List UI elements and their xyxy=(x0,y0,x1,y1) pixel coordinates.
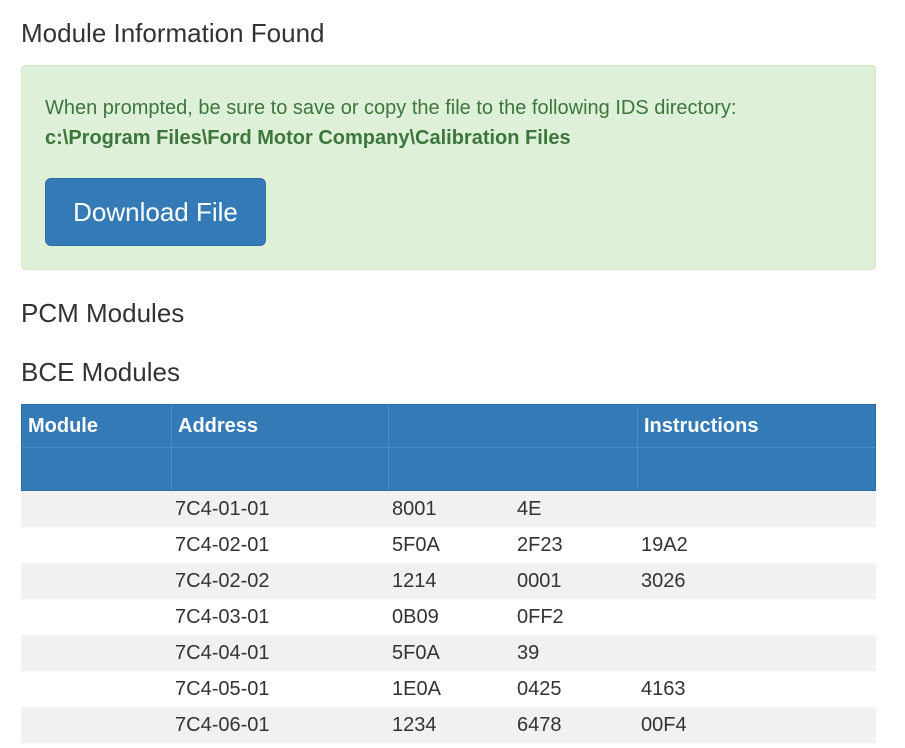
cell-value-2: 2F23 xyxy=(517,534,563,556)
table-row: 7C4-06-01 1234 6478 00F4 xyxy=(21,707,876,743)
cell-address: 7C4-02-02 xyxy=(175,570,270,592)
cell-instructions: 19A2 xyxy=(641,534,688,556)
header-instructions: Instructions xyxy=(644,415,759,437)
alert-message-block: When prompted, be sure to save or copy t… xyxy=(45,93,736,153)
cell-address: 7C4-03-01 xyxy=(175,606,270,628)
cell-value-2: 39 xyxy=(517,642,540,664)
cell-value-1: 8001 xyxy=(392,498,437,520)
cell-value-2: 4E xyxy=(517,498,542,520)
module-info-heading: Module Information Found xyxy=(21,18,325,48)
cell-value-2: 0425 xyxy=(517,678,562,700)
bce-modules-table: Module Address Instructions 7C4-01-01 800… xyxy=(21,404,876,743)
cell-value-1: 5F0A xyxy=(392,534,440,556)
success-alert: When prompted, be sure to save or copy t… xyxy=(21,65,876,270)
table-row: 7C4-05-01 1E0A 0425 4163 xyxy=(21,671,876,707)
header-divider xyxy=(171,405,172,490)
cell-address: 7C4-02-01 xyxy=(175,534,270,556)
cell-value-1: 1234 xyxy=(392,714,437,736)
cell-address: 7C4-06-01 xyxy=(175,714,270,736)
header-divider xyxy=(637,405,638,490)
cell-instructions: 3026 xyxy=(641,570,686,592)
header-row: Module Address Instructions xyxy=(22,405,875,448)
table-row: 7C4-02-01 5F0A 2F23 19A2 xyxy=(21,527,876,563)
cell-value-2: 0001 xyxy=(517,570,562,592)
header-divider xyxy=(388,405,389,490)
cell-value-1: 0B09 xyxy=(392,606,439,628)
cell-address: 7C4-01-01 xyxy=(175,498,270,520)
cell-value-1: 5F0A xyxy=(392,642,440,664)
table-row: 7C4-01-01 8001 4E xyxy=(21,491,876,527)
cell-address: 7C4-04-01 xyxy=(175,642,270,664)
cell-instructions: 00F4 xyxy=(641,714,687,736)
cell-value-1: 1214 xyxy=(392,570,437,592)
alert-message: When prompted, be sure to save or copy t… xyxy=(45,97,737,119)
bce-modules-heading: BCE Modules xyxy=(21,357,180,387)
header-blank xyxy=(389,405,637,447)
header-module: Module xyxy=(28,415,98,437)
table-header: Module Address Instructions xyxy=(21,404,876,491)
table-row: 7C4-03-01 0B09 0FF2 xyxy=(21,599,876,635)
table-row: 7C4-04-01 5F0A 39 xyxy=(21,635,876,671)
pcm-modules-heading: PCM Modules xyxy=(21,298,185,328)
header-address: Address xyxy=(178,415,259,437)
download-file-button[interactable]: Download File xyxy=(45,178,266,246)
cell-value-2: 6478 xyxy=(517,714,562,736)
cell-instructions: 4163 xyxy=(641,678,686,700)
cell-address: 7C4-05-01 xyxy=(175,678,270,700)
table-body: 7C4-01-01 8001 4E 7C4-02-01 5F0A 2F23 19A2 7C4-… xyxy=(21,491,876,743)
cell-value-1: 1E0A xyxy=(392,678,441,700)
table-row: 7C4-02-02 1214 0001 3026 xyxy=(21,563,876,599)
ids-directory-path: c:\Program Files\Ford Motor Company\Cali… xyxy=(45,127,571,149)
cell-value-2: 0FF2 xyxy=(517,606,564,628)
header-subrow xyxy=(22,448,875,491)
